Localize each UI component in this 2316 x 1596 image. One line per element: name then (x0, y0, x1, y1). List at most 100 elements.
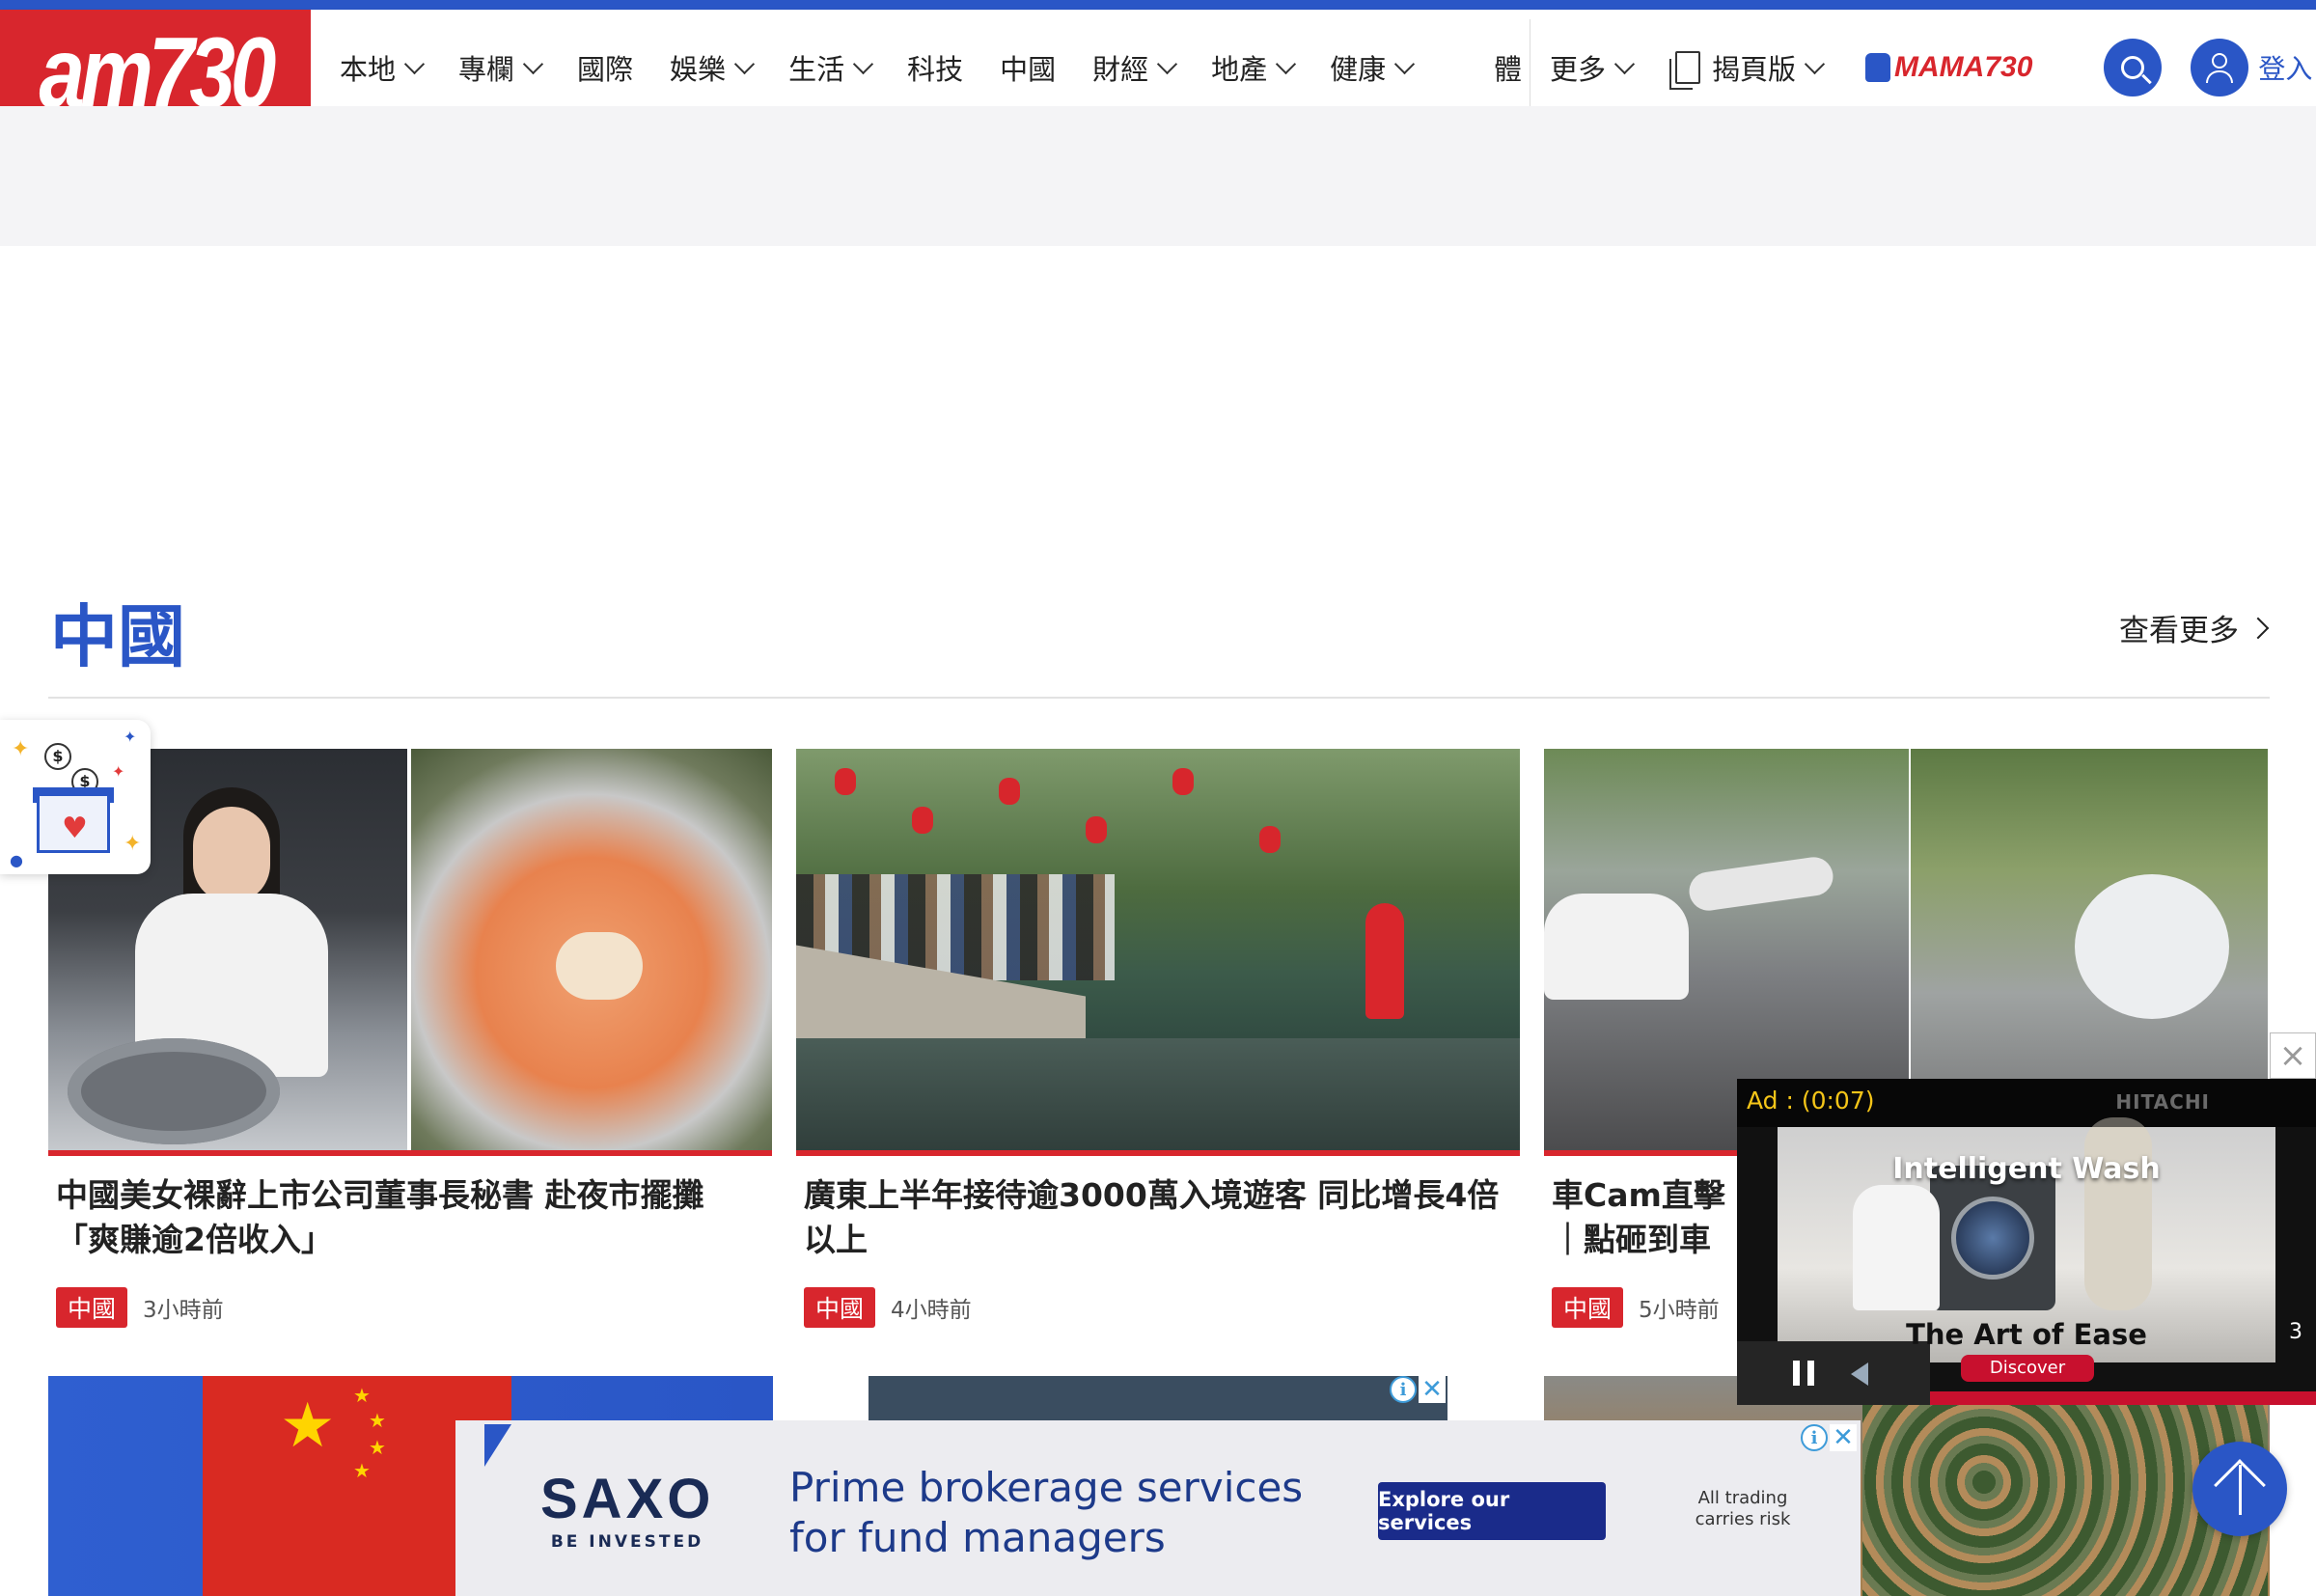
nav-label: 國際 (577, 53, 634, 86)
nav-label: 中國 (1000, 53, 1057, 86)
back-to-top-button[interactable] (2192, 1442, 2287, 1536)
risk-disclaimer: All trading carries risk (1666, 1488, 1820, 1530)
ad-copy-line-1: Prime brokerage services (789, 1464, 1304, 1511)
heart-icon: ♥ (62, 812, 88, 845)
nav-item-sports-truncated[interactable]: 體 (1494, 39, 1529, 96)
saxo-logo: SAXO BE INVESTED (540, 1468, 715, 1553)
close-icon[interactable]: × (2270, 1032, 2316, 1079)
video-progress-bar[interactable] (1930, 1391, 2316, 1405)
nav-item-local[interactable]: 本地 (340, 47, 426, 88)
nav-label: 娛樂 (670, 53, 727, 86)
mama730-label: MAMA730 (1894, 51, 2033, 83)
nav-item-entertainment[interactable]: 娛樂 (670, 47, 756, 88)
article-time: 5小時前 (1639, 1298, 1720, 1323)
nav-item-property[interactable]: 地產 (1211, 47, 1297, 88)
ad-headline: Intelligent Wash (1892, 1152, 2161, 1186)
disclaimer-line: carries risk (1695, 1509, 1791, 1529)
chevron-down-icon (1276, 53, 1297, 74)
shopping-bag-icon (1865, 53, 1891, 82)
article-card[interactable]: 中國美女裸辭上市公司董事長秘書 赴夜市擺攤「爽賺逾2倍收入」 中國 3小時前 (48, 749, 772, 1328)
more-label: 更多 (1550, 53, 1607, 86)
nav-label: 本地 (340, 53, 397, 86)
coin-icon: $ (44, 743, 71, 770)
article-time: 4小時前 (891, 1298, 972, 1323)
ad-subline: The Art of Ease (1906, 1318, 2147, 1351)
flipbook-menu[interactable]: 揭頁版 (1669, 47, 1826, 90)
category-tag[interactable]: 中國 (804, 1287, 876, 1328)
chevron-down-icon (1157, 53, 1178, 74)
page: 本地 專欄 國際 娛樂 生活 科技 中國 財經 地產 健康 體 更多 揭頁版 M… (0, 0, 2316, 1596)
nav-item-finance[interactable]: 財經 (1092, 47, 1178, 88)
article-thumbnail[interactable] (796, 749, 1520, 1156)
discover-button[interactable]: Discover (1961, 1355, 2094, 1382)
chevron-down-icon (1804, 53, 1826, 74)
chevron-down-icon (522, 53, 544, 74)
nav-label: 地產 (1211, 53, 1268, 86)
video-ad[interactable]: Ad : (0:07) HITACHI Intelligent Wash 3 T… (1737, 1079, 2316, 1405)
flipbook-label: 揭頁版 (1712, 53, 1797, 86)
nav-item-international[interactable]: 國際 (577, 47, 633, 88)
close-icon[interactable]: ✕ (1419, 1375, 1446, 1404)
saxo-wordmark: SAXO (540, 1468, 715, 1530)
search-button[interactable] (2104, 39, 2163, 96)
article-title[interactable]: 廣東上半年接待逾3000萬入境遊客 同比增長4倍以上 (796, 1173, 1520, 1266)
user-icon (2212, 52, 2228, 69)
nav-item-lifestyle[interactable]: 生活 (788, 47, 874, 88)
nav-item-tech[interactable]: 科技 (907, 47, 963, 88)
category-tag[interactable]: 中國 (56, 1287, 128, 1328)
article-title[interactable]: 中國美女裸辭上市公司董事長秘書 赴夜市擺攤「爽賺逾2倍收入」 (48, 1173, 772, 1266)
info-icon[interactable]: i (1390, 1376, 1417, 1403)
article-thumbnail[interactable] (48, 749, 772, 1156)
nav-item-china[interactable]: 中國 (1000, 47, 1056, 88)
chevron-down-icon (403, 53, 426, 74)
ad-brand: HITACHI (2115, 1090, 2210, 1114)
see-more-label: 查看更多 (2119, 614, 2239, 648)
nav-item-columns[interactable]: 專欄 (458, 47, 544, 88)
login-link[interactable]: 登入 (2258, 48, 2312, 87)
article-meta: 中國 4小時前 (796, 1287, 1520, 1328)
chevron-down-icon (1394, 53, 1416, 74)
ad-copy-line-2: for fund managers (789, 1514, 1166, 1561)
section-divider (48, 697, 2270, 699)
saxo-tagline: BE INVESTED (550, 1532, 704, 1552)
nav-label: 生活 (788, 53, 845, 86)
search-icon (2121, 56, 2145, 79)
nav-label: 財經 (1092, 53, 1149, 86)
disclaimer-line: All trading (1697, 1488, 1788, 1508)
article-time: 3小時前 (143, 1298, 224, 1323)
chevron-down-icon (1613, 53, 1636, 74)
mama730-link[interactable]: MAMA730 (1865, 51, 2032, 84)
flipbook-icon (1669, 51, 1701, 90)
user-button[interactable] (2191, 39, 2249, 96)
mute-icon[interactable] (1851, 1362, 1868, 1386)
nav-label: 體 (1494, 53, 1523, 86)
main-nav: 本地 專欄 國際 娛樂 生活 科技 中國 財經 地產 健康 (340, 19, 1448, 116)
article-title[interactable]: 車Cam直擊｜點砸到車 (1544, 1173, 1737, 1266)
nav-label: 科技 (907, 53, 964, 86)
chevron-down-icon (733, 53, 756, 74)
pause-icon[interactable] (1793, 1361, 1814, 1386)
explore-services-button[interactable]: Explore our services (1378, 1482, 1606, 1540)
more-menu[interactable]: 更多 (1550, 47, 1636, 88)
article-meta: 中國 3小時前 (48, 1287, 772, 1328)
see-more-link[interactable]: 查看更多 (2119, 606, 2270, 649)
star-icon: ★ (280, 1390, 336, 1462)
bottom-banner-ad[interactable]: i ✕ SAXO BE INVESTED Prime brokerage ser… (455, 1420, 1861, 1596)
site-header: 本地 專欄 國際 娛樂 生活 科技 中國 財經 地產 健康 體 更多 揭頁版 M… (0, 10, 2316, 116)
section-title: 中國 (50, 597, 185, 676)
chevron-down-icon (852, 53, 874, 74)
brand-corner-mark (484, 1424, 511, 1467)
info-icon[interactable]: i (1801, 1424, 1828, 1451)
rewards-widget[interactable]: ✦ ✦ ✦ ✦ ● $ $ ♥ (0, 720, 151, 874)
category-tag[interactable]: 中國 (1552, 1287, 1624, 1328)
nav-label: 健康 (1330, 53, 1387, 86)
top-accent-strip (0, 0, 2316, 10)
chevron-right-icon (2247, 617, 2270, 639)
nav-item-health[interactable]: 健康 (1330, 47, 1416, 88)
nav-label: 專欄 (458, 53, 515, 86)
article-card[interactable]: 廣東上半年接待逾3000萬入境遊客 同比增長4倍以上 中國 4小時前 (796, 749, 1520, 1328)
close-icon[interactable]: ✕ (1830, 1423, 1857, 1452)
top-ad-placeholder (0, 106, 2316, 246)
header-right: 更多 揭頁版 MAMA730 登入 (1530, 19, 2312, 116)
ad-timer: Ad : (0:07) (1747, 1087, 1875, 1114)
